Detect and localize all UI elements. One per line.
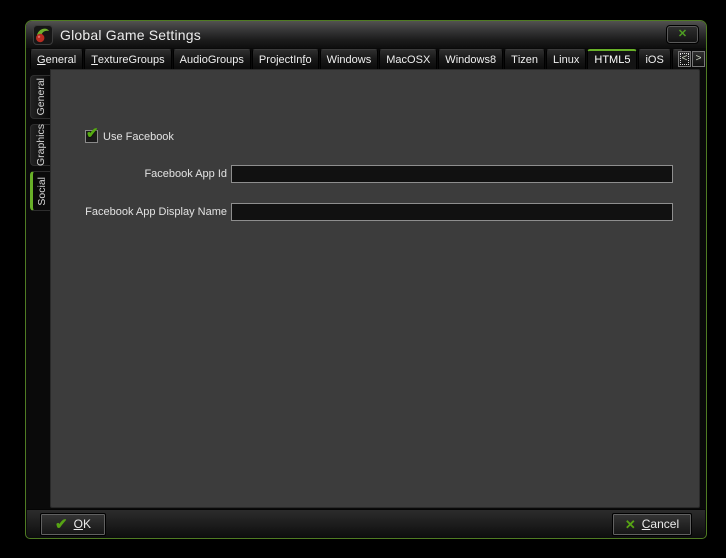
tab-project-info[interactable]: Project Info	[252, 49, 319, 69]
facebook-app-id-label: Facebook App Id	[51, 165, 227, 183]
tab-scroll-right-button[interactable]: >	[692, 51, 705, 67]
use-facebook-label: Use Facebook	[103, 131, 174, 143]
tab-linux[interactable]: Linux	[546, 49, 586, 69]
window-title: Global Game Settings	[60, 27, 201, 43]
sidetab-general[interactable]: General	[30, 75, 51, 119]
cancel-button-label: Cancel	[642, 517, 679, 531]
tab-windows[interactable]: Windows	[320, 49, 379, 69]
social-settings-panel: ✔ Use Facebook Facebook App Id Facebook …	[50, 69, 700, 508]
ok-button-label: OK	[74, 517, 91, 531]
close-button[interactable]: ✕	[667, 26, 698, 43]
cancel-x-icon: ✕	[625, 518, 636, 531]
sidetab-social-label: Social	[36, 177, 48, 206]
sidetab-graphics-label: Graphics	[35, 124, 47, 166]
ok-check-icon: ✔	[55, 517, 68, 532]
tab-texture-groups[interactable]: Texture Groups	[84, 49, 171, 69]
titlebar[interactable]: Global Game Settings ✕	[26, 21, 706, 48]
gamemaker-logo-icon	[33, 25, 53, 45]
tab-general[interactable]: General	[30, 49, 83, 69]
tab-scroll-left-button[interactable]: <	[678, 51, 691, 67]
tab-mac-os-x[interactable]: Mac OS X	[379, 49, 437, 69]
facebook-app-display-name-label: Facebook App Display Name	[51, 203, 227, 221]
tab-audio-groups[interactable]: Audio Groups	[173, 49, 251, 69]
cancel-button[interactable]: ✕ Cancel	[612, 513, 692, 536]
tab-windows-8[interactable]: Windows 8	[438, 49, 503, 69]
use-facebook-checkbox[interactable]: ✔	[85, 130, 98, 143]
ok-button[interactable]: ✔ OK	[40, 513, 106, 536]
sidetab-social[interactable]: Social	[30, 171, 51, 211]
global-game-settings-window: Global Game Settings ✕ General Texture G…	[25, 20, 707, 539]
sidetab-graphics[interactable]: Graphics	[30, 124, 51, 166]
platform-tabbar: General Texture Groups Audio Groups Proj…	[30, 49, 682, 69]
dialog-footer: ✔ OK ✕ Cancel	[27, 509, 705, 538]
sidetab-general-label: General	[35, 78, 47, 115]
tab-html5[interactable]: HTML5	[587, 49, 637, 69]
checkmark-icon: ✔	[86, 124, 99, 142]
tab-ios[interactable]: iOS	[638, 49, 670, 69]
facebook-app-display-name-input[interactable]	[231, 203, 673, 221]
tab-tizen[interactable]: Tizen	[504, 49, 545, 69]
use-facebook-checkbox-row[interactable]: ✔ Use Facebook	[85, 130, 174, 143]
category-side-tabs: General Graphics Social	[30, 75, 51, 216]
facebook-app-id-input[interactable]	[231, 165, 673, 183]
